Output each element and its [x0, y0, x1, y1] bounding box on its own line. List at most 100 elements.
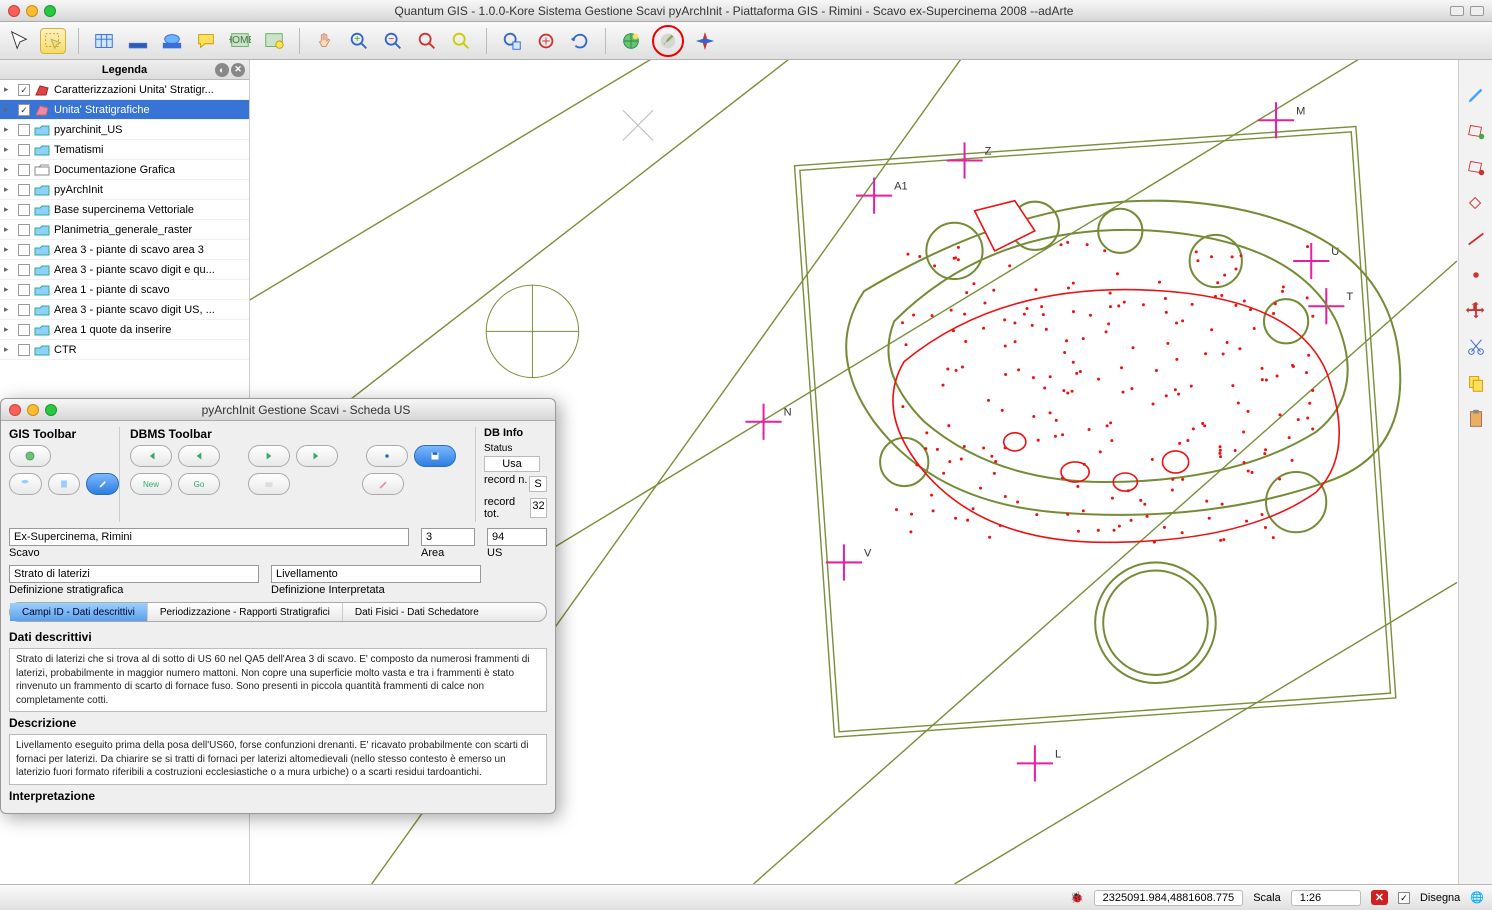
- descrizione-strato-box[interactable]: Strato di laterizi che si trova al di so…: [9, 648, 547, 712]
- expand-icon[interactable]: ▸: [4, 244, 14, 255]
- layer-row[interactable]: ▸Area 3 - piante scavo digit US, ...: [0, 300, 249, 320]
- dialog-minimize-icon[interactable]: [27, 404, 39, 416]
- dialog-zoom-icon[interactable]: [45, 404, 57, 416]
- descrizione-box[interactable]: Livellamento eseguito prima della posa d…: [9, 734, 547, 785]
- vertex-icon[interactable]: [1465, 264, 1487, 286]
- layer-visibility-checkbox[interactable]: [18, 124, 30, 136]
- copy-icon[interactable]: [1465, 372, 1487, 394]
- layer-visibility-checkbox[interactable]: [18, 324, 30, 336]
- layer-row[interactable]: ▸Area 3 - piante scavo digit e qu...: [0, 260, 249, 280]
- gis-edit-button[interactable]: [86, 473, 119, 495]
- new-button[interactable]: New: [130, 473, 172, 495]
- expand-icon[interactable]: ▸: [4, 264, 14, 275]
- split-line-icon[interactable]: [1465, 228, 1487, 250]
- layer-row[interactable]: ▸Documentazione Grafica: [0, 160, 249, 180]
- expand-icon[interactable]: ▸: [4, 204, 14, 215]
- expand-icon[interactable]: ▸: [4, 284, 14, 295]
- expand-icon[interactable]: ▸: [4, 324, 14, 335]
- layer-visibility-checkbox[interactable]: [18, 144, 30, 156]
- select-rect-icon[interactable]: [40, 28, 66, 54]
- zoom-box-icon[interactable]: [414, 28, 440, 54]
- layer-row[interactable]: ▸Planimetria_generale_raster: [0, 220, 249, 240]
- projection-icon[interactable]: 🌐: [1470, 891, 1484, 904]
- expand-icon[interactable]: ▸: [4, 344, 14, 355]
- pan-hand-icon[interactable]: [312, 28, 338, 54]
- zoom-out-icon[interactable]: −: [380, 28, 406, 54]
- zoom-full-icon[interactable]: [533, 28, 559, 54]
- layer-row[interactable]: ▸Base supercinema Vettoriale: [0, 200, 249, 220]
- nav-last-button[interactable]: [296, 445, 338, 467]
- home-set-icon[interactable]: [261, 28, 287, 54]
- zoom-window-icon[interactable]: [44, 5, 56, 17]
- layer-visibility-checkbox[interactable]: [18, 344, 30, 356]
- nav-first-button[interactable]: [130, 445, 172, 467]
- layer-row[interactable]: ▸pyarchinit_US: [0, 120, 249, 140]
- expand-icon[interactable]: ▸: [4, 144, 14, 155]
- bug-icon[interactable]: 🐞: [1070, 891, 1084, 904]
- expand-icon[interactable]: ▸: [4, 124, 14, 135]
- save-button[interactable]: [414, 445, 456, 467]
- draw-pencil-icon[interactable]: [1465, 84, 1487, 106]
- legend-collapse-icon[interactable]: ◐: [215, 63, 229, 77]
- gis-note-button[interactable]: [48, 473, 81, 495]
- world-layer-icon[interactable]: [618, 28, 644, 54]
- gis-db-button[interactable]: [9, 473, 42, 495]
- expand-icon[interactable]: ▸: [4, 184, 14, 195]
- delete-feature-icon[interactable]: [1465, 156, 1487, 178]
- tab-periodizzazione[interactable]: Periodizzazione - Rapporti Stratigrafici: [148, 603, 343, 621]
- layer-visibility-checkbox[interactable]: [18, 224, 30, 236]
- layer-row[interactable]: ▸Caratterizzazioni Unita' Stratigr...: [0, 80, 249, 100]
- expand-icon[interactable]: ▸: [4, 164, 14, 175]
- nav-prev-button[interactable]: [178, 445, 220, 467]
- go-button[interactable]: Go: [178, 473, 220, 495]
- layer-visibility-checkbox[interactable]: [18, 304, 30, 316]
- refresh-icon[interactable]: [567, 28, 593, 54]
- brush-highlighted-icon[interactable]: [652, 25, 684, 57]
- nav-next-button[interactable]: [248, 445, 290, 467]
- expand-icon[interactable]: ▸: [4, 84, 14, 95]
- pointer-icon[interactable]: [6, 28, 32, 54]
- layer-visibility-checkbox[interactable]: [18, 164, 30, 176]
- layer-visibility-checkbox[interactable]: [18, 184, 30, 196]
- folder-button[interactable]: [248, 473, 290, 495]
- layer-row[interactable]: ▸pyArchInit: [0, 180, 249, 200]
- record-dot-button[interactable]: [366, 445, 408, 467]
- zoom-layer-icon[interactable]: [499, 28, 525, 54]
- expand-icon[interactable]: ▸: [4, 104, 14, 115]
- zoom-in-icon[interactable]: +: [346, 28, 372, 54]
- expand-icon[interactable]: ▸: [4, 304, 14, 315]
- scale-input[interactable]: [1291, 890, 1361, 906]
- minimize-window-icon[interactable]: [26, 5, 38, 17]
- reshape-icon[interactable]: [1465, 192, 1487, 214]
- title-button-2[interactable]: [1470, 6, 1484, 16]
- table-icon[interactable]: [91, 28, 117, 54]
- tab-campi-id[interactable]: Campi ID - Dati descrittivi: [10, 603, 148, 621]
- compass-icon[interactable]: [692, 28, 718, 54]
- paste-icon[interactable]: [1465, 408, 1487, 430]
- title-button-1[interactable]: [1450, 6, 1464, 16]
- comment-icon[interactable]: [193, 28, 219, 54]
- scavo-select[interactable]: Ex-Supercinema, Rimini: [9, 528, 409, 546]
- ruler-area-icon[interactable]: [159, 28, 185, 54]
- expand-icon[interactable]: ▸: [4, 224, 14, 235]
- legend-close-icon[interactable]: ✕: [231, 63, 245, 77]
- area-select[interactable]: 3: [421, 528, 475, 546]
- layer-visibility-checkbox[interactable]: [18, 244, 30, 256]
- cut-icon[interactable]: [1465, 336, 1487, 358]
- close-window-icon[interactable]: [8, 5, 20, 17]
- def-strat-select[interactable]: Strato di laterizi: [9, 565, 259, 583]
- move-feature-icon[interactable]: [1465, 300, 1487, 322]
- layer-visibility-checkbox[interactable]: [18, 104, 30, 116]
- layer-row[interactable]: ▸Tematismi: [0, 140, 249, 160]
- layer-row[interactable]: ▸Area 1 quote da inserire: [0, 320, 249, 340]
- layer-row[interactable]: ▸Area 1 - piante di scavo: [0, 280, 249, 300]
- render-checkbox[interactable]: [1398, 892, 1410, 904]
- zoom-sel-icon[interactable]: [448, 28, 474, 54]
- tab-dati-fisici[interactable]: Dati Fisici - Dati Schedatore: [343, 603, 491, 621]
- layer-visibility-checkbox[interactable]: [18, 284, 30, 296]
- layer-visibility-checkbox[interactable]: [18, 264, 30, 276]
- edit-record-button[interactable]: [362, 473, 404, 495]
- layer-row[interactable]: ▸Area 3 - piante di scavo area 3: [0, 240, 249, 260]
- gis-world-button[interactable]: [9, 445, 51, 467]
- capture-feature-icon[interactable]: [1465, 120, 1487, 142]
